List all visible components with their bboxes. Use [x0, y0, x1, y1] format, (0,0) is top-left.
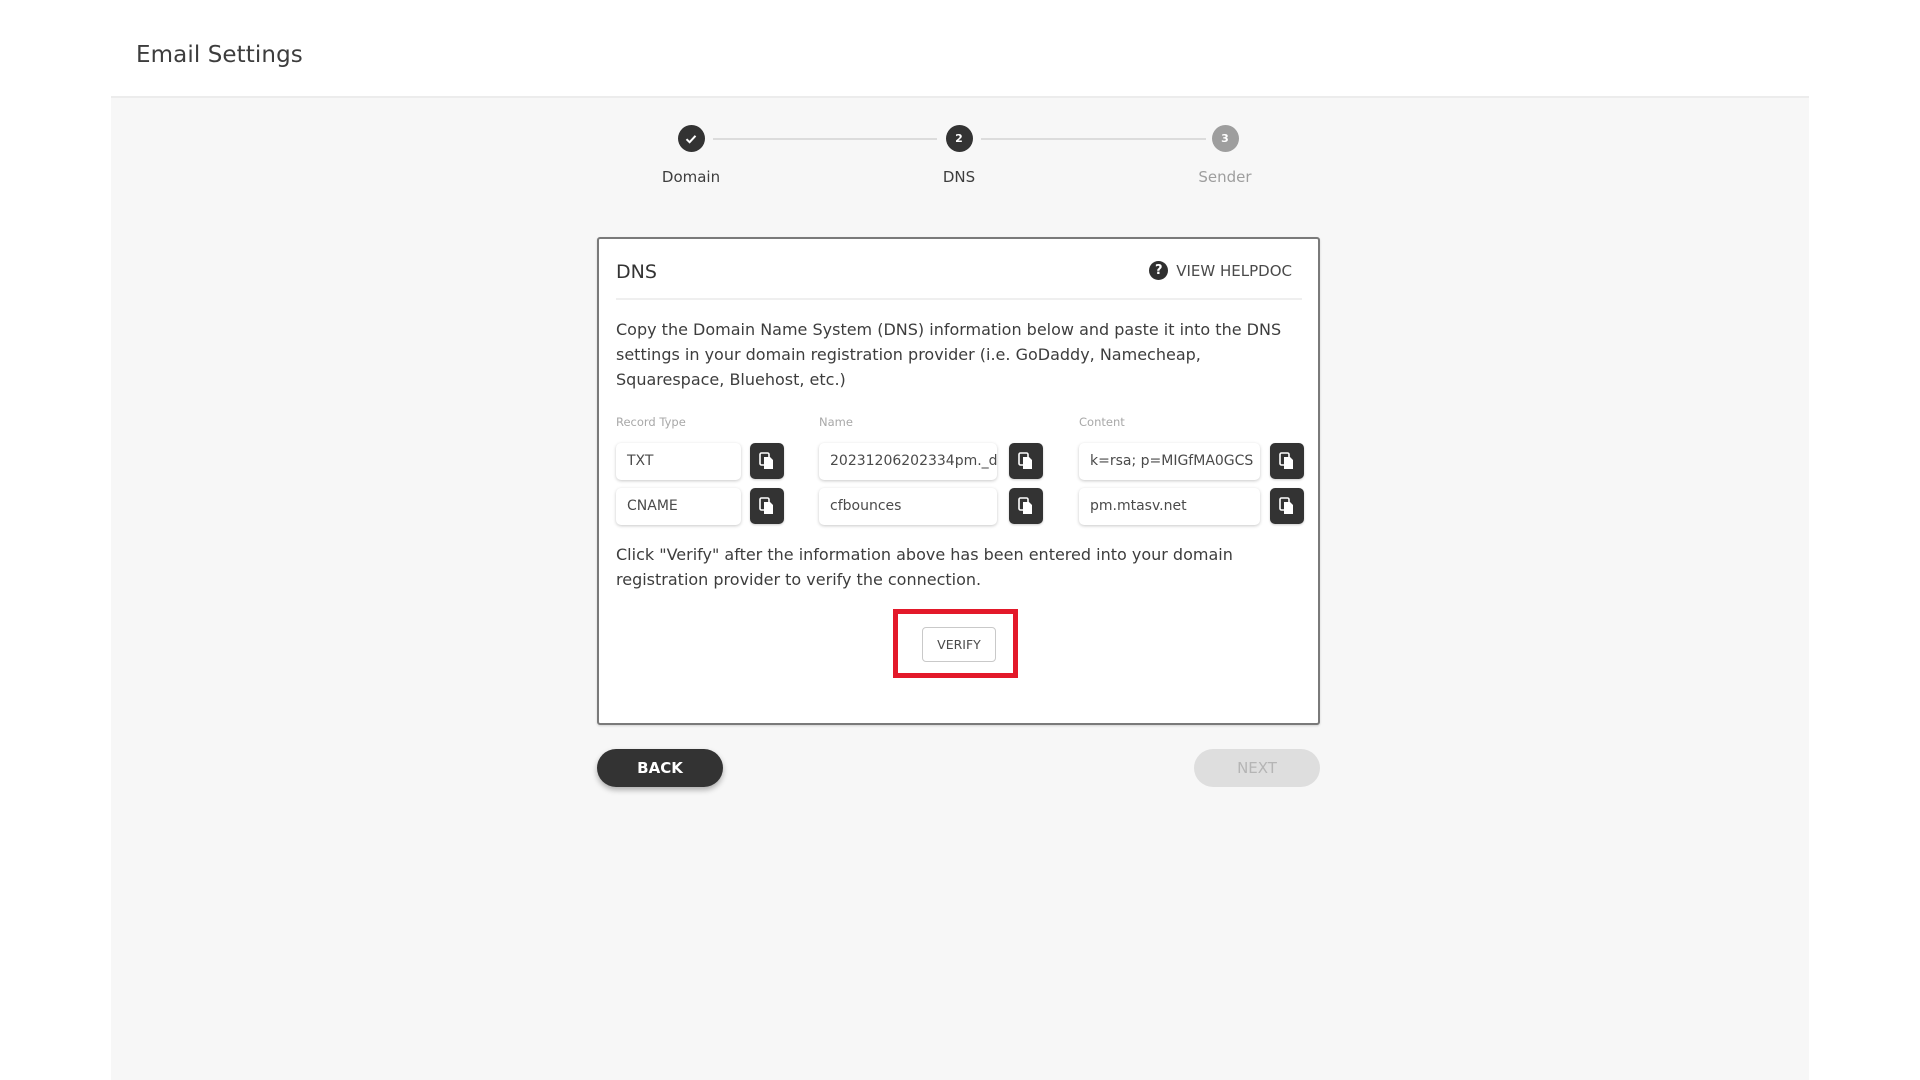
record-name-field[interactable]: 20231206202334pm._d: [819, 443, 997, 480]
step-label: Sender: [1198, 168, 1252, 186]
copy-icon: [1279, 497, 1293, 514]
check-icon: [677, 125, 705, 152]
step-dns[interactable]: 2 DNS: [859, 125, 1059, 186]
help-label: VIEW HELPDOC: [1176, 261, 1292, 280]
record-content-field[interactable]: k=rsa; p=MIGfMA0GCS: [1079, 443, 1260, 480]
verify-button[interactable]: VERIFY: [922, 627, 996, 662]
record-type-field[interactable]: TXT: [616, 443, 741, 480]
copy-button[interactable]: [1009, 488, 1043, 524]
copy-icon: [1279, 452, 1293, 469]
verify-instructions: Click "Verify" after the information abo…: [616, 545, 1233, 589]
step-number: 3: [1211, 125, 1239, 152]
card-title: DNS: [616, 261, 657, 283]
copy-button[interactable]: [1270, 488, 1304, 524]
copy-button[interactable]: [750, 488, 784, 524]
step-label: DNS: [942, 168, 976, 186]
step-domain[interactable]: Domain: [591, 125, 791, 186]
instructions-text: Copy the Domain Name System (DNS) inform…: [616, 320, 1282, 389]
back-button[interactable]: BACK: [597, 749, 723, 787]
copy-icon: [759, 497, 773, 514]
next-button[interactable]: NEXT: [1194, 749, 1320, 787]
step-label: Domain: [661, 168, 721, 186]
copy-icon: [1018, 497, 1032, 514]
step-number: 2: [945, 125, 973, 152]
record-content-field[interactable]: pm.mtasv.net: [1079, 488, 1260, 525]
column-label-record-type: Record Type: [616, 415, 686, 429]
copy-icon: [1018, 452, 1032, 469]
view-helpdoc-link[interactable]: ? VIEW HELPDOC: [1149, 261, 1292, 280]
divider: [616, 298, 1302, 300]
dns-card: DNS ? VIEW HELPDOC Copy the Domain Name …: [597, 237, 1320, 725]
copy-icon: [759, 452, 773, 469]
column-label-name: Name: [819, 415, 853, 429]
copy-button[interactable]: [750, 443, 784, 479]
step-sender[interactable]: 3 Sender: [1125, 125, 1325, 186]
copy-button[interactable]: [1270, 443, 1304, 479]
question-circle-icon: ?: [1149, 261, 1169, 280]
record-name-field[interactable]: cfbounces: [819, 488, 997, 525]
copy-button[interactable]: [1009, 443, 1043, 479]
page-title: Email Settings: [136, 42, 303, 68]
record-type-field[interactable]: CNAME: [616, 488, 741, 525]
column-label-content: Content: [1079, 415, 1125, 429]
